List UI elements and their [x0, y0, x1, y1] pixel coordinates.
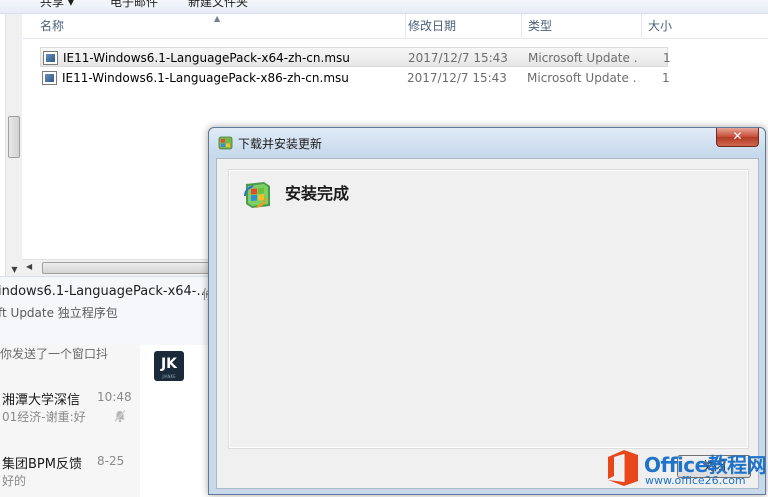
update-dialog: 下载并安装更新 ✕ 安装完成 关闭	[208, 127, 766, 495]
file-size: 1	[662, 71, 670, 85]
file-modified-date: 2017/12/7 15:43	[407, 71, 507, 85]
column-header-type[interactable]: 类型	[522, 14, 642, 39]
chat-list: 你发送了一个窗口抖 湘潭大学深信 10:48 01经济-谢重:好 集团BPM反馈…	[0, 345, 140, 497]
file-modified-date: 2017/12/7 15:43	[408, 51, 508, 65]
watermark-url: www.office26.com	[645, 474, 746, 487]
file-type: Microsoft Update ...	[527, 71, 637, 85]
dialog-body: 安装完成 关闭	[216, 158, 759, 489]
vertical-scrollbar-thumb[interactable]	[8, 116, 20, 158]
chat-name: 集团BPM反馈	[2, 457, 82, 472]
sort-ascending-icon: ▲	[214, 14, 221, 23]
file-size: 1	[663, 51, 671, 65]
column-header-row: 名称 ▲ 修改日期 类型 大小	[22, 14, 768, 39]
chat-last-message: 01经济-谢重:好	[2, 410, 86, 424]
msu-file-icon	[43, 51, 58, 65]
horizontal-scrollbar-thumb[interactable]	[42, 262, 210, 274]
horizontal-scrollbar[interactable]: ◀	[22, 259, 212, 276]
explorer-toolbar: 共享 ▾ 电子邮件 新建文件夹	[0, 0, 768, 14]
installation-status-heading: 安装完成	[285, 184, 350, 203]
mute-bell-icon	[114, 409, 126, 423]
chat-last-message: 好的	[2, 474, 27, 488]
office-logo-icon	[608, 450, 638, 486]
scroll-left-arrow-icon[interactable]: ◀	[26, 262, 32, 271]
chat-list-item[interactable]: 集团BPM反馈 8-25 好的	[0, 453, 140, 497]
scroll-down-arrow-icon[interactable]: ▼	[9, 264, 20, 275]
details-file-name: indows6.1-LanguagePack-x64-...	[0, 284, 209, 299]
vertical-scrollbar[interactable]: ▼	[5, 14, 22, 276]
toolbar-email-button[interactable]: 电子邮件	[110, 0, 158, 10]
file-type: Microsoft Update ...	[528, 51, 638, 65]
chat-time: 8-25	[97, 454, 125, 468]
details-pane: indows6.1-LanguagePack-x64-... 修 ft Upda…	[0, 276, 215, 345]
avatar-subtext: JIANKE	[162, 374, 176, 379]
dialog-title: 下载并安装更新	[238, 137, 323, 151]
watermark: Office教程网 www.office26.com	[604, 446, 767, 492]
windows-update-shield-icon	[244, 182, 270, 208]
chat-name: 湘潭大学深信	[2, 393, 81, 408]
column-header-size[interactable]: 大小	[642, 14, 768, 39]
close-window-button[interactable]: ✕	[716, 128, 759, 147]
windows-update-icon	[218, 136, 233, 150]
chat-list-item[interactable]: 湘潭大学深信 10:48 01经济-谢重:好	[0, 389, 140, 437]
column-header-modified[interactable]: 修改日期	[402, 14, 522, 39]
toolbar-new-folder-button[interactable]: 新建文件夹	[188, 0, 248, 10]
close-icon: ✕	[732, 129, 743, 143]
file-row[interactable]: IE11-Windows6.1-LanguagePack-x64-zh-cn.m…	[40, 47, 671, 67]
avatar-initials: JK	[160, 356, 178, 372]
file-row[interactable]: IE11-Windows6.1-LanguagePack-x86-zh-cn.m…	[40, 68, 670, 88]
content-panel: 安装完成	[228, 169, 749, 449]
dialog-titlebar[interactable]: 下载并安装更新 ✕	[209, 128, 765, 156]
chat-preview-text: 你发送了一个窗口抖	[0, 347, 109, 361]
file-name: IE11-Windows6.1-LanguagePack-x86-zh-cn.m…	[62, 71, 349, 85]
toolbar-share-button[interactable]: 共享 ▾	[40, 0, 74, 10]
msu-file-icon	[42, 71, 57, 85]
chat-time: 10:48	[97, 390, 132, 404]
avatar[interactable]: JK JIANKE	[154, 351, 184, 381]
file-name: IE11-Windows6.1-LanguagePack-x64-zh-cn.m…	[63, 51, 350, 65]
details-file-type: ft Update 独立程序包	[0, 306, 118, 320]
chat-app-window: 你发送了一个窗口抖 湘潭大学深信 10:48 01经济-谢重:好 集团BPM反馈…	[0, 345, 212, 497]
